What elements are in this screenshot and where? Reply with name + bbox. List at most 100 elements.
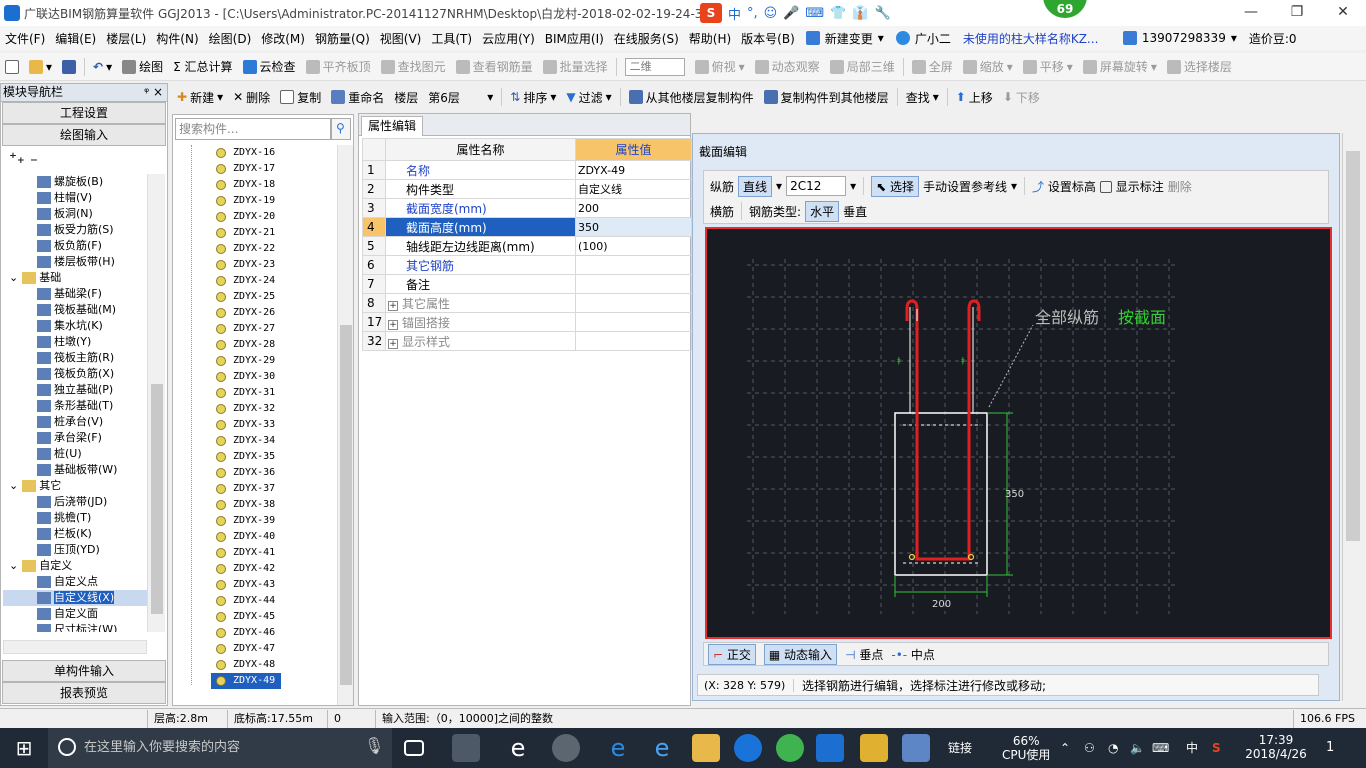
- batch-select-button[interactable]: 批量选择: [538, 58, 613, 75]
- tool-app-icon[interactable]: [902, 734, 930, 762]
- file-explorer-icon[interactable]: [692, 734, 720, 762]
- copy-to-floor-button[interactable]: 复制构件到其他楼层: [759, 89, 894, 106]
- tree-item[interactable]: ⌄ 其它: [3, 478, 149, 494]
- component-list-item[interactable]: ZDYX-17: [211, 161, 337, 177]
- straight-line-toggle[interactable]: 直线: [738, 175, 773, 197]
- component-list-item[interactable]: ZDYX-23: [211, 257, 337, 273]
- tree-item[interactable]: 基础板带(W): [3, 462, 149, 478]
- price-bean[interactable]: 造价豆:0: [1243, 30, 1303, 47]
- ime-voice-icon[interactable]: 🎤: [783, 6, 799, 21]
- fullscreen-button[interactable]: 全屏: [907, 58, 958, 75]
- component-list-item[interactable]: ZDYX-33: [211, 417, 337, 433]
- copy-from-floor-button[interactable]: 从其他楼层复制构件: [624, 89, 759, 106]
- taskbar-search[interactable]: 在这里输入你要搜索的内容: [48, 728, 392, 768]
- draw-button[interactable]: 绘图: [117, 58, 168, 75]
- green-app-icon[interactable]: [776, 734, 804, 762]
- tree-item[interactable]: 板受力筋(S): [3, 222, 149, 238]
- clock[interactable]: 17:39 2018/4/26: [1244, 728, 1308, 768]
- section-drawing[interactable]: ǂ ǂ 350 200 全部纵筋 按截面: [707, 229, 1330, 637]
- select-tool-button[interactable]: ⬉ 选择: [871, 175, 919, 197]
- tray-link[interactable]: 链接: [948, 728, 972, 768]
- notice-link[interactable]: 未使用的柱大样名称KZ...: [957, 30, 1117, 47]
- ggj-app-icon[interactable]: [816, 734, 844, 762]
- search-input[interactable]: 搜索构件...: [175, 118, 331, 140]
- property-row[interactable]: 7 备注: [362, 274, 692, 294]
- menu-floor[interactable]: 楼层(L): [101, 30, 151, 47]
- horizontal-toggle[interactable]: 水平: [805, 200, 840, 222]
- section-outline[interactable]: [894, 412, 988, 576]
- menu-bim[interactable]: BIM应用(I): [540, 30, 609, 47]
- tree-item[interactable]: 基础梁(F): [3, 286, 149, 302]
- minimize-button[interactable]: —: [1228, 0, 1274, 26]
- property-row[interactable]: 32 + 显示样式: [362, 331, 692, 351]
- ime-lang[interactable]: 中: [728, 4, 741, 23]
- component-list-item[interactable]: ZDYX-35: [211, 449, 337, 465]
- tree-scrollbar[interactable]: [147, 174, 165, 632]
- ime-keyboard-icon[interactable]: ⌨: [805, 6, 824, 21]
- summary-calc-button[interactable]: Σ 汇总计算: [168, 58, 237, 75]
- report-preview-button[interactable]: 报表预览: [2, 682, 166, 704]
- browser-g-icon[interactable]: [734, 734, 762, 762]
- property-row[interactable]: 2 构件类型 自定义线: [362, 179, 692, 199]
- expand-collapse-icons[interactable]: ⁺₊ ₋: [1, 146, 167, 170]
- component-list-item[interactable]: ZDYX-29: [211, 353, 337, 369]
- menu-help[interactable]: 帮助(H): [684, 30, 736, 47]
- single-component-input-button[interactable]: 单构件输入: [2, 660, 166, 682]
- component-list-item[interactable]: ZDYX-34: [211, 433, 337, 449]
- component-list-item[interactable]: ZDYX-16: [211, 145, 337, 161]
- local-3d-button[interactable]: 局部三维: [825, 58, 900, 75]
- tree-item[interactable]: 桩(U): [3, 446, 149, 462]
- tree-item[interactable]: 条形基础(T): [3, 398, 149, 414]
- component-list-item[interactable]: ZDYX-45: [211, 609, 337, 625]
- component-list-item[interactable]: ZDYX-24: [211, 273, 337, 289]
- menu-modify[interactable]: 修改(M): [256, 30, 310, 47]
- menu-file[interactable]: 文件(F): [0, 30, 50, 47]
- tray-chevron-icon[interactable]: ⌃: [1060, 728, 1070, 768]
- ime-shirt-icon[interactable]: 👔: [852, 6, 868, 21]
- tree-item[interactable]: 自定义面: [3, 606, 149, 622]
- component-list-item[interactable]: ZDYX-38: [211, 497, 337, 513]
- view-mode-select[interactable]: 二维: [620, 57, 690, 76]
- menu-cloud[interactable]: 云应用(Y): [477, 30, 540, 47]
- dynamic-input-toggle[interactable]: ▦ 动态输入: [763, 643, 838, 665]
- property-value-cell[interactable]: 200: [575, 198, 692, 218]
- copy-component-button[interactable]: 复制: [275, 89, 326, 106]
- property-row[interactable]: 1 名称 ZDYX-49: [362, 160, 692, 180]
- drawing-input-button[interactable]: 绘图输入: [2, 124, 166, 146]
- ie-icon[interactable]: e: [504, 734, 532, 762]
- view-rebar-qty-button[interactable]: 查看钢筋量: [451, 58, 538, 75]
- property-value-cell[interactable]: 自定义线: [575, 179, 692, 199]
- ime-lang-indicator[interactable]: 中: [1186, 728, 1198, 768]
- top-view-button[interactable]: 俯视 ▾: [690, 58, 750, 75]
- ie-blue-icon[interactable]: e: [648, 734, 676, 762]
- perpendicular-snap[interactable]: ⊣ 垂点: [845, 646, 883, 663]
- keyboard-icon[interactable]: ⌨: [1152, 728, 1169, 768]
- vertical-toggle[interactable]: 垂直: [843, 203, 867, 220]
- tab-property-edit[interactable]: 属性编辑: [361, 116, 424, 136]
- tree-expander-icon[interactable]: ⌄: [9, 271, 18, 284]
- scroll-thumb[interactable]: [340, 325, 352, 685]
- component-list-item[interactable]: ZDYX-44: [211, 593, 337, 609]
- ime-skin-icon[interactable]: 👕: [830, 6, 846, 21]
- tree-item[interactable]: 压顶(YD): [3, 542, 149, 558]
- component-list-item[interactable]: ZDYX-19: [211, 193, 337, 209]
- property-value-cell[interactable]: [575, 255, 692, 275]
- tree-expander-icon[interactable]: ⌄: [9, 479, 18, 492]
- component-list-item[interactable]: ZDYX-28: [211, 337, 337, 353]
- menu-rebar-qty[interactable]: 钢筋量(Q): [310, 30, 375, 47]
- tree-item[interactable]: 螺旋板(B): [3, 174, 149, 190]
- tree-item[interactable]: 集水坑(K): [3, 318, 149, 334]
- save-button[interactable]: [57, 59, 81, 74]
- sort-button[interactable]: ⇅ 排序 ▾: [505, 89, 561, 106]
- component-list-item[interactable]: ZDYX-46: [211, 625, 337, 641]
- floor-select[interactable]: 第6层 ▾: [423, 89, 498, 106]
- cloud-check-button[interactable]: 云检查: [238, 58, 301, 75]
- dim-width-label[interactable]: 200: [932, 599, 951, 610]
- filter-button[interactable]: ▼ 过滤 ▾: [561, 89, 616, 106]
- tree-item[interactable]: 后浇带(JD): [3, 494, 149, 510]
- windows-start-icon[interactable]: ⊞: [10, 734, 38, 762]
- tree-item[interactable]: 柱墩(Y): [3, 334, 149, 350]
- rebar-u-bar[interactable]: [905, 299, 981, 561]
- tree-item[interactable]: 板洞(N): [3, 206, 149, 222]
- rename-button[interactable]: 重命名: [326, 89, 389, 106]
